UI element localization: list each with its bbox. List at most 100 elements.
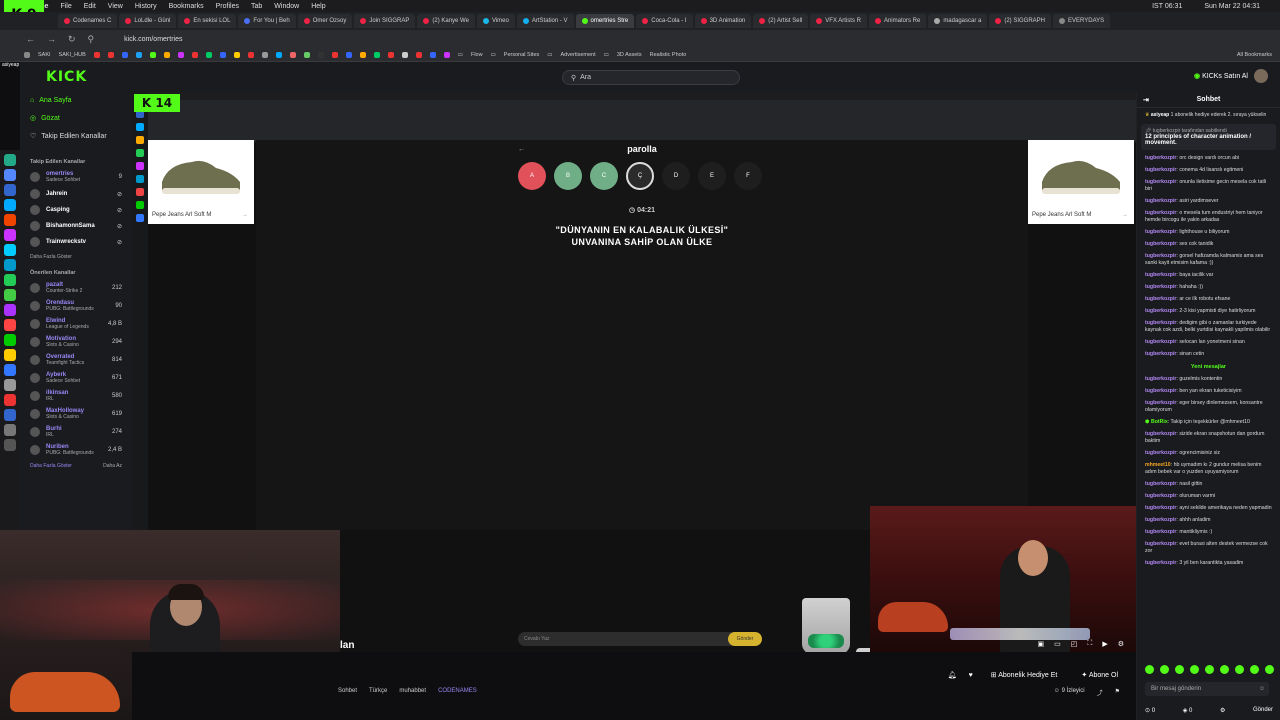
dock-app-icon[interactable]	[4, 439, 16, 451]
bookmark-icon[interactable]	[443, 51, 450, 58]
url-field[interactable]: kick.com/omertries	[116, 33, 1126, 45]
recommended-channel[interactable]: pazalt Counter-Strike 2 212	[20, 279, 132, 297]
bookmark-icon[interactable]	[24, 51, 30, 58]
menu-bookmarks[interactable]: Bookmarks	[169, 3, 204, 10]
bookmark-folder[interactable]: Advertisement	[560, 52, 595, 58]
bookmark-icon[interactable]	[219, 51, 226, 58]
bookmark-icon[interactable]	[303, 51, 310, 58]
recommended-channel[interactable]: Ayberk Sadece Sohbet 671	[20, 369, 132, 387]
emote-icon[interactable]	[1250, 665, 1259, 674]
bookmark-icon[interactable]	[275, 51, 282, 58]
bookmark-icon[interactable]	[247, 51, 254, 58]
menu-window[interactable]: Window	[274, 3, 299, 10]
dock-app-icon[interactable]	[4, 394, 16, 406]
chat-settings-icon[interactable]: ⚙	[1220, 707, 1225, 714]
bookmark-folder[interactable]: Personal Sites	[504, 52, 539, 58]
share-icon[interactable]: ⤴	[1097, 688, 1103, 697]
tag-chip[interactable]: Sohbet	[338, 688, 357, 694]
sidebar-link-browse[interactable]: ◎ Gözat	[20, 109, 132, 127]
browser-tab[interactable]: ArtStation - V	[516, 14, 574, 28]
menu-edit[interactable]: Edit	[84, 3, 96, 10]
followed-channel[interactable]: Trainwreckstv ⊘	[20, 234, 132, 250]
followed-channel[interactable]: Casping ⊘	[20, 202, 132, 218]
answer-input[interactable]: Cevabı Yaz Gönder	[518, 632, 762, 646]
bookmark-icon[interactable]	[205, 51, 212, 58]
bookmark-icon[interactable]	[177, 51, 184, 58]
dock-app-icon[interactable]	[4, 184, 16, 196]
bookmark-icon[interactable]	[331, 51, 338, 58]
bookmark-icon[interactable]	[345, 51, 352, 58]
notification-bell-icon[interactable]: 🔔︎	[948, 671, 957, 679]
send-button[interactable]: Gönder	[1253, 707, 1273, 714]
emote-icon[interactable]	[1175, 665, 1184, 674]
emote-icon[interactable]	[1235, 665, 1244, 674]
reload-icon[interactable]: ↻	[68, 34, 76, 45]
bookmark-icon[interactable]	[93, 51, 100, 58]
bookmark-icon[interactable]	[149, 51, 156, 58]
gift-sub-button[interactable]: ⊞ Abonelik Hediye Et	[985, 668, 1064, 682]
browser-tab[interactable]: (2) Kanye We	[417, 14, 475, 28]
emoji-icon[interactable]: ☺	[1259, 686, 1265, 692]
browser-tab[interactable]: madagascar a	[928, 14, 988, 28]
dock-app-icon[interactable]	[4, 334, 16, 346]
followed-channel[interactable]: BishamonnSama ⊘	[20, 218, 132, 234]
show-more-recommended[interactable]: Daha Fazla Göster	[30, 463, 72, 469]
bookmark-icon[interactable]	[415, 51, 422, 58]
search-input[interactable]: ⚲ Ara	[562, 70, 740, 85]
menu-view[interactable]: View	[108, 3, 123, 10]
bookmark-icon[interactable]	[261, 51, 268, 58]
pinned-message[interactable]: 📌︎ tugberkozpir tarafından sabitlendi 12…	[1141, 124, 1276, 150]
bookmark-icon[interactable]	[373, 51, 380, 58]
dock-app-icon[interactable]	[4, 214, 16, 226]
bookmark-icon[interactable]	[191, 51, 198, 58]
browser-tab[interactable]: Omer Ozsoy	[297, 14, 353, 28]
emote-icon[interactable]	[1160, 665, 1169, 674]
recommended-channel[interactable]: MaxHolloway Slots & Casino 619	[20, 405, 132, 423]
dock-app-icon[interactable]	[4, 364, 16, 376]
chat-overlay-icon[interactable]: ▣	[1038, 640, 1045, 648]
play-icon[interactable]: ▶	[1102, 640, 1107, 648]
show-less-recommended[interactable]: Daha Az	[103, 463, 122, 469]
browser-tab[interactable]: For You | Beh	[238, 14, 296, 28]
emote-icon[interactable]	[1145, 665, 1154, 674]
kicks-button[interactable]: ◉ KICKs Satın Al	[1194, 72, 1248, 80]
dock-app-icon[interactable]	[4, 304, 16, 316]
browser-tab[interactable]: VFX Artists R	[810, 14, 867, 28]
dock-app-icon[interactable]	[4, 409, 16, 421]
bookmark-icon[interactable]	[289, 51, 296, 58]
dock-app-icon[interactable]	[4, 349, 16, 361]
browser-tab[interactable]: Animators Re	[868, 14, 927, 28]
bookmark-icon[interactable]	[233, 51, 240, 58]
followed-channel[interactable]: Jahrein ⊘	[20, 186, 132, 202]
dock-app-icon[interactable]	[4, 379, 16, 391]
site-info-icon[interactable]: ⚲	[88, 34, 95, 45]
fullscreen-icon[interactable]: ⛶	[1087, 640, 1092, 648]
dock-app-icon[interactable]	[4, 199, 16, 211]
user-avatar[interactable]	[1254, 69, 1268, 83]
points-counter[interactable]: ⊙ 0	[1145, 707, 1155, 714]
followed-channel[interactable]: omertries Sadece Sohbet 9	[20, 168, 132, 186]
chat-input[interactable]: Bir mesaj gönderin ☺	[1145, 682, 1269, 696]
bookmark-item[interactable]: SAKI	[38, 52, 51, 58]
bookmark-folder[interactable]: Realistic Photo	[650, 52, 687, 58]
recommended-channel[interactable]: ilkinsan IRL 580	[20, 387, 132, 405]
menu-profiles[interactable]: Profiles	[216, 3, 239, 10]
recommended-channel[interactable]: Nuriben PUBG: Battlegrounds 2,4 B	[20, 441, 132, 459]
emote-icon[interactable]	[1190, 665, 1199, 674]
recommended-channel[interactable]: Burhi IRL 274	[20, 423, 132, 441]
dock-app-icon[interactable]	[4, 229, 16, 241]
bookmark-icon[interactable]	[359, 51, 366, 58]
browser-tab[interactable]: LoLdle - Günl	[119, 14, 177, 28]
subscribe-button[interactable]: ✦ Abone Ol	[1075, 668, 1124, 682]
bookmark-folder[interactable]: Flow	[471, 52, 483, 58]
pip-icon[interactable]: ◰	[1071, 640, 1078, 648]
dock-app-icon[interactable]	[4, 169, 16, 181]
theater-icon[interactable]: ▭	[1054, 640, 1061, 648]
kick-logo[interactable]: KICK	[46, 69, 87, 85]
dock-app-icon[interactable]	[4, 319, 16, 331]
back-icon[interactable]: ←	[26, 34, 35, 44]
emote-icon[interactable]	[1220, 665, 1229, 674]
bookmark-icon[interactable]	[121, 51, 128, 58]
forward-icon[interactable]: →	[47, 34, 56, 44]
browser-tab[interactable]: Vimeo	[476, 14, 515, 28]
